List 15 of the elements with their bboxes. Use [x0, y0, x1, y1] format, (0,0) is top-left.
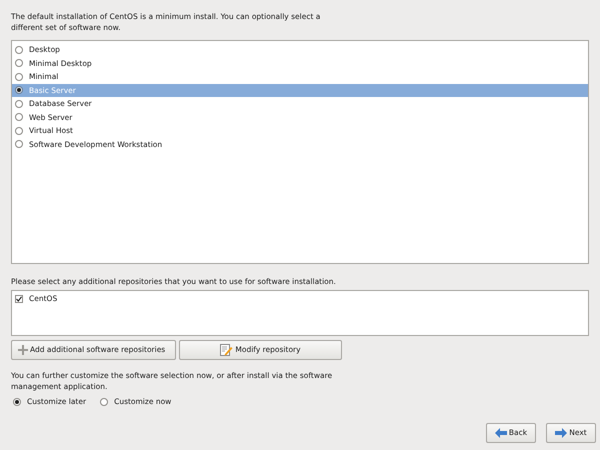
radio-button[interactable]: [15, 72, 23, 81]
radio-button[interactable]: [15, 126, 23, 135]
radio-button[interactable]: [15, 100, 23, 108]
pencil-icon: [220, 344, 234, 356]
radio-button[interactable]: [15, 86, 23, 94]
right-arrow-icon: [555, 428, 568, 438]
radio-button[interactable]: [15, 140, 23, 148]
radio-button[interactable]: [100, 398, 108, 406]
radio-button[interactable]: [15, 46, 23, 54]
plus-icon: [18, 345, 28, 355]
radio-button[interactable]: [15, 113, 23, 122]
checkbox[interactable]: [15, 294, 23, 302]
radio-button[interactable]: [13, 398, 21, 406]
radio-button[interactable]: [15, 59, 23, 68]
left-arrow-icon: [494, 428, 507, 438]
